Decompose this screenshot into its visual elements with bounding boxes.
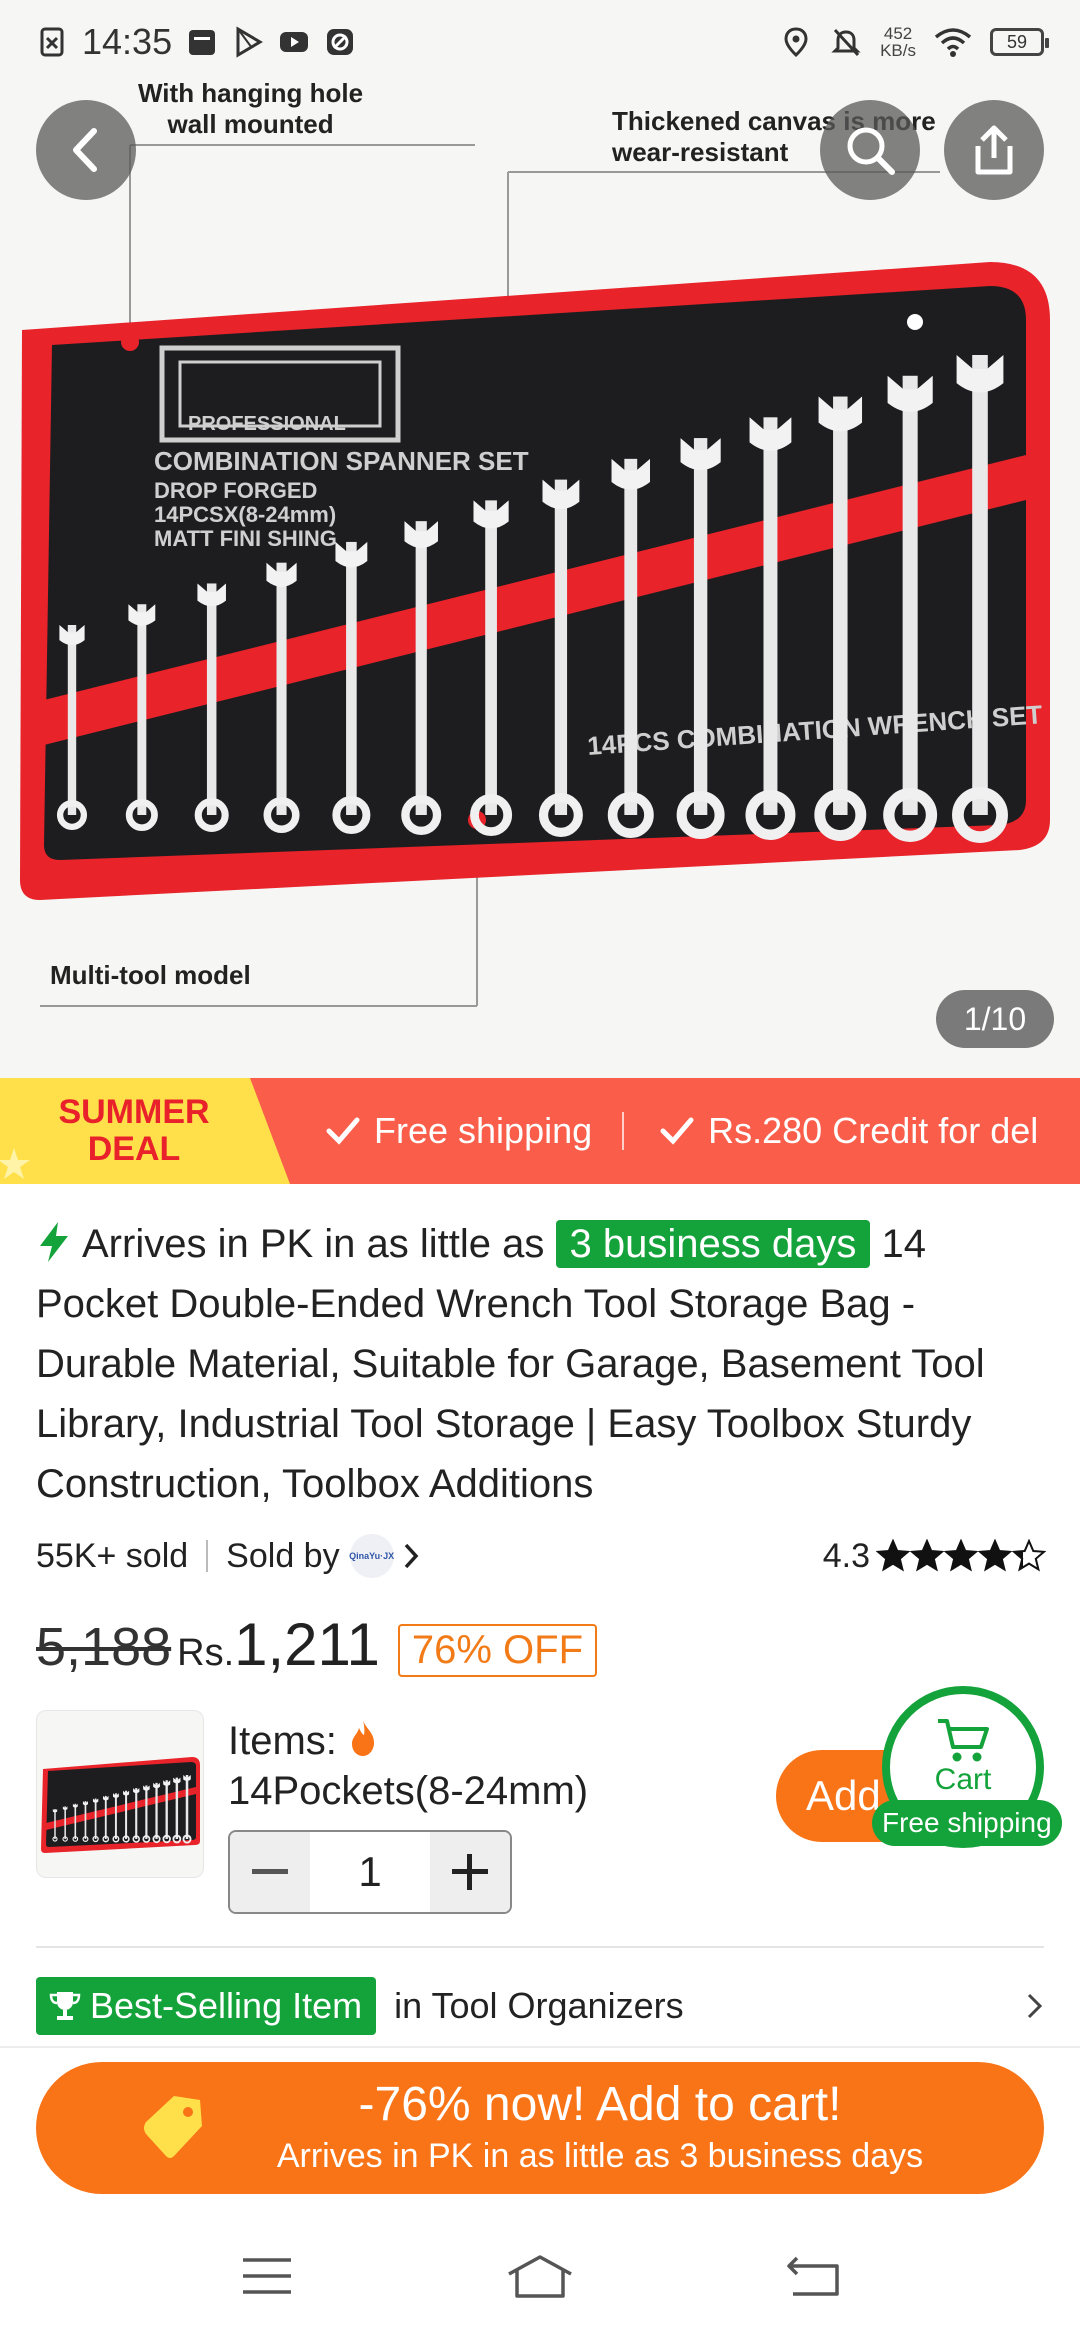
- status-time: 14:35: [82, 21, 173, 62]
- star-icon: [876, 1539, 910, 1572]
- meta-separator: [206, 1540, 209, 1572]
- promo-credit: Rs.280 Credit for del: [624, 1110, 1068, 1152]
- status-bar: 14:35 452 KB/s 59: [0, 0, 1080, 84]
- image-page-indicator: 1/10: [936, 990, 1054, 1048]
- back-nav-button[interactable]: [773, 2246, 853, 2306]
- share-icon: [975, 125, 1013, 175]
- menu-icon: [242, 2258, 291, 2294]
- check-icon: [326, 1117, 360, 1145]
- quantity-stepper: 1: [228, 1830, 512, 1914]
- svg-text:PROFESSIONAL: PROFESSIONAL: [188, 413, 346, 435]
- product-title: Arrives in PK in as little as 3 business…: [36, 1214, 1046, 1514]
- recents-button[interactable]: [227, 2246, 307, 2306]
- back-icon: [73, 128, 97, 172]
- section-divider: [0, 2046, 1080, 2048]
- svg-text:MATT FINI SHING: MATT FINI SHING: [154, 526, 337, 551]
- mute-icon: [831, 28, 861, 57]
- star-icon: [978, 1539, 1012, 1572]
- discount-badge: 76% OFF: [397, 1623, 597, 1677]
- price-row: 5,188 Rs. 1,211 76% OFF: [36, 1610, 597, 1690]
- back-nav-icon: [787, 2256, 840, 2296]
- decrease-button[interactable]: [230, 1832, 310, 1912]
- svg-text:COMBINATION SPANNER SET: COMBINATION SPANNER SET: [154, 446, 529, 476]
- fire-icon: [352, 1720, 375, 1756]
- divider: [36, 1946, 1044, 1948]
- search-button[interactable]: [820, 100, 920, 200]
- badge-line2: DEAL: [87, 1130, 181, 1168]
- star-icon: [944, 1539, 978, 1572]
- chevron-right-icon: [1027, 1993, 1043, 2019]
- cta-sub-text: Arrives in PK in as little as 3 business…: [276, 2137, 924, 2175]
- battery-indicator: 59: [990, 28, 1049, 56]
- rating-value: 4.3: [822, 1536, 870, 1575]
- best-selling-row[interactable]: Best-Selling Item in Tool Organizers: [36, 1976, 1046, 2036]
- arrives-prefix: Arrives in PK in as little as: [82, 1222, 545, 1266]
- bolt-icon: [40, 1222, 68, 1262]
- quantity-value[interactable]: 1: [310, 1832, 430, 1912]
- sale-price: 1,211: [234, 1611, 380, 1678]
- product-image-gallery[interactable]: PROFESSIONAL COMBINATION SPANNER SET DRO…: [0, 0, 1080, 1078]
- cart-label: Cart: [934, 1763, 992, 1796]
- star-icon: [910, 1539, 944, 1572]
- original-price: 5,188: [36, 1617, 172, 1677]
- check-icon: [660, 1117, 694, 1145]
- sold-by-label: Sold by: [226, 1536, 340, 1575]
- cart-icon: [938, 1719, 989, 1762]
- promo-strip[interactable]: SUMMER DEAL Free shipping Rs.280 Credit …: [0, 1078, 1080, 1184]
- trophy-icon: [49, 1992, 81, 2020]
- cta-main-text: -76% now! Add to cart!: [358, 2078, 842, 2131]
- minus-icon: [252, 1869, 288, 1874]
- calendar-icon: [189, 30, 216, 55]
- thumbnail-image: [41, 1757, 200, 1853]
- sold-count: 55K+ sold: [36, 1536, 189, 1575]
- seller-logo: QinaYu·JX: [349, 1534, 394, 1578]
- seller-link[interactable]: Sold by QinaYu·JX: [226, 1534, 421, 1578]
- back-button[interactable]: [36, 100, 136, 200]
- best-selling-category: in Tool Organizers: [394, 1985, 684, 2026]
- app-icon: [327, 29, 354, 55]
- currency: Rs.: [177, 1632, 235, 1674]
- youtube-icon: [280, 32, 309, 52]
- sim-icon: [40, 27, 64, 57]
- net-speed: 452 KB/s: [880, 24, 916, 60]
- chevron-right-icon: [404, 1543, 418, 1569]
- location-icon: [784, 27, 808, 58]
- callout-hanging-hole: With hanging hole wall mounted: [138, 78, 364, 139]
- callout-multi-tool: Multi-tool model: [50, 960, 251, 990]
- add-to-cart-cta[interactable]: -76% now! Add to cart! Arrives in PK in …: [36, 2062, 1044, 2194]
- rating[interactable]: 4.3: [823, 1537, 1046, 1576]
- play-store-icon: [236, 26, 264, 58]
- wifi-icon: [934, 28, 972, 57]
- summer-deal-badge: SUMMER DEAL: [0, 1078, 290, 1184]
- home-button[interactable]: [500, 2246, 580, 2306]
- meta-row: 55K+ sold Sold by QinaYu·JX 4.3: [36, 1530, 1046, 1582]
- promo-free-shipping: Free shipping: [290, 1110, 622, 1152]
- cart-free-shipping-badge: Free shipping: [872, 1800, 1062, 1846]
- search-icon: [847, 127, 895, 175]
- badge-line1: SUMMER: [58, 1093, 210, 1131]
- svg-text:DROP FORGED: DROP FORGED: [154, 478, 317, 503]
- sku-label: Items:: [228, 1716, 378, 1766]
- sku-value: 14Pockets(8-24mm): [228, 1769, 589, 1813]
- home-icon: [508, 2255, 572, 2298]
- sku-thumbnail[interactable]: [36, 1710, 204, 1878]
- best-selling-badge: Best-Selling Item: [36, 1977, 377, 2035]
- star-icon: [1012, 1539, 1046, 1572]
- share-button[interactable]: [944, 100, 1044, 200]
- rating-stars: [876, 1539, 1046, 1573]
- svg-text:14PCSX(8-24mm): 14PCSX(8-24mm): [154, 502, 336, 527]
- system-nav-bar: [0, 2212, 1080, 2340]
- business-days-pill: 3 business days: [555, 1220, 871, 1268]
- increase-button[interactable]: [430, 1832, 510, 1912]
- plus-icon: [452, 1854, 488, 1890]
